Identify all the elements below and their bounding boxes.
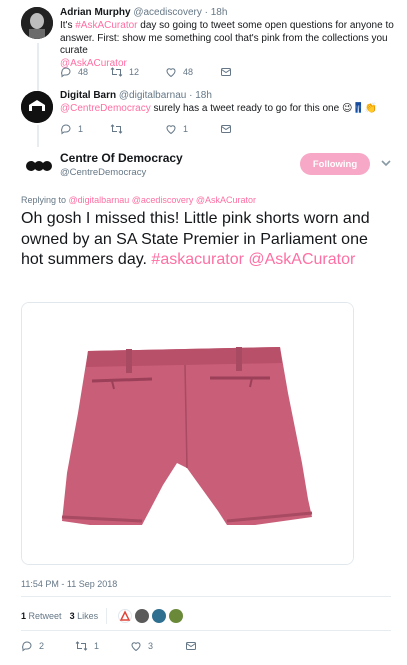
dm-icon <box>221 68 231 76</box>
reply-button[interactable]: 1 <box>60 123 110 135</box>
reply-icon <box>61 124 71 135</box>
retweet-button[interactable]: 1 <box>75 640 130 652</box>
engagement-stats: 1 Retweet 3 Likes <box>21 608 184 624</box>
like-count: 48 <box>183 67 194 77</box>
avatar[interactable] <box>21 148 57 184</box>
liker-avatar[interactable] <box>118 609 133 623</box>
like-button[interactable]: 3 <box>130 640 185 652</box>
retweet-count: 12 <box>129 67 140 77</box>
hashtag-links[interactable]: #askacurator @AskACurator <box>151 251 355 268</box>
tweet-timestamp[interactable]: 11:54 PM - 11 Sep 2018 <box>21 579 117 589</box>
replying-to: Replying to @digitalbarnau @acediscovery… <box>21 195 257 205</box>
dm-button[interactable] <box>185 640 197 652</box>
dm-button[interactable] <box>220 123 232 135</box>
retweet-button[interactable] <box>110 123 165 135</box>
reply-count: 2 <box>39 641 45 651</box>
author-name[interactable]: Centre Of Democracy <box>60 151 183 165</box>
avatar[interactable] <box>21 7 53 39</box>
reply-count: 1 <box>78 124 84 134</box>
tweet-text: @CentreDemocracy surely has a tweet read… <box>60 103 378 114</box>
following-button[interactable]: Following <box>300 153 370 175</box>
mention-link[interactable]: @CentreDemocracy <box>60 103 151 114</box>
tweet-text: Oh gosh I missed this! Little pink short… <box>21 210 370 268</box>
replying-to-links[interactable]: @digitalbarnau @acediscovery @AskACurato… <box>69 195 257 205</box>
reply-button[interactable]: 48 <box>60 66 110 78</box>
like-icon <box>166 125 176 135</box>
reply-icon <box>61 67 71 78</box>
retweet-button[interactable]: 12 <box>110 66 165 78</box>
avatar[interactable] <box>21 91 53 123</box>
retweet-icon <box>110 124 123 134</box>
like-count: 3 <box>148 641 154 651</box>
like-button[interactable]: 48 <box>165 66 220 78</box>
like-icon <box>131 642 141 652</box>
dm-button[interactable] <box>220 66 232 78</box>
author-handle[interactable]: @digitalbarnau · 18h <box>119 90 212 101</box>
reply-icon <box>22 641 32 652</box>
author-handle[interactable]: @acediscovery · 18h <box>133 7 227 18</box>
like-button[interactable]: 1 <box>165 123 220 135</box>
liker-avatar[interactable] <box>152 609 167 623</box>
chevron-down-icon[interactable] <box>381 160 391 167</box>
retweets-stat[interactable]: 1 Retweet <box>21 611 62 621</box>
like-icon <box>166 68 176 78</box>
like-count: 1 <box>183 124 189 134</box>
retweet-count: 1 <box>94 641 100 651</box>
likes-stat[interactable]: 3 Likes <box>70 611 99 621</box>
dm-icon <box>221 125 231 133</box>
tweet-photo[interactable] <box>21 302 354 565</box>
author-name[interactable]: Digital Barn <box>60 90 116 101</box>
reply-count: 48 <box>78 67 89 77</box>
author-handle[interactable]: @CentreDemocracy <box>60 167 146 178</box>
retweet-icon <box>110 67 123 77</box>
liker-avatar[interactable] <box>169 609 184 623</box>
dm-icon <box>186 642 196 650</box>
reply-button[interactable]: 2 <box>21 640 75 652</box>
hashtag-link[interactable]: #AskACurator <box>75 20 137 31</box>
liker-avatar[interactable] <box>135 609 150 623</box>
pink-shorts-image <box>22 303 353 564</box>
tweet-text: It's #AskACurator day so going to tweet … <box>60 20 394 69</box>
retweet-icon <box>75 641 88 651</box>
author-name[interactable]: Adrian Murphy <box>60 7 131 18</box>
